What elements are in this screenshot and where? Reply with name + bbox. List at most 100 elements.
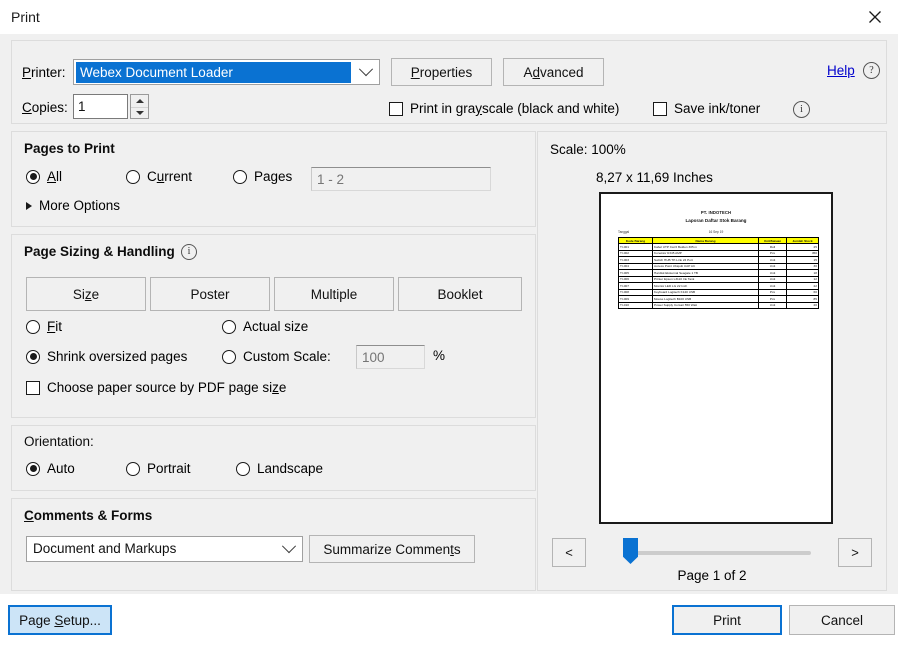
preview-dimensions-label: 8,27 x 11,69 Inches [596, 170, 713, 185]
preview-scale-label: Scale: 100% [550, 142, 626, 157]
radio-dot [26, 319, 40, 334]
summarize-comments-button-label: Summarize Comments [323, 541, 461, 557]
printer-panel: Printer: Webex Document Loader Propertie… [11, 40, 887, 124]
next-page-button-label: > [851, 545, 859, 560]
more-options-toggle[interactable]: More Options [26, 198, 120, 213]
grayscale-checkbox-label: Print in grayscale (black and white) [410, 101, 620, 116]
printer-select-value: Webex Document Loader [76, 62, 351, 83]
cancel-button[interactable]: Cancel [789, 605, 895, 635]
chevron-down-icon[interactable] [352, 60, 379, 84]
radio-shrink-oversized[interactable]: Shrink oversized pages [26, 349, 187, 364]
printer-select[interactable]: Webex Document Loader [73, 59, 380, 85]
preview-panel: Scale: 100% 8,27 x 11,69 Inches PT. INDO… [537, 131, 887, 591]
summarize-comments-button[interactable]: Summarize Comments [309, 535, 475, 563]
info-circle-icon[interactable]: i [181, 244, 197, 260]
radio-dot [222, 349, 236, 364]
size-button-label: Size [72, 286, 100, 302]
checkbox-box [389, 101, 403, 116]
comments-forms-title: Comments & Forms [24, 508, 153, 523]
copies-label-rest: opies: [31, 100, 68, 115]
comments-forms-title-rest: omments & Forms [33, 508, 153, 523]
doc-table: Kode Barang Nama Barang Unit/Satuan Jumlah … [618, 236, 819, 310]
checkbox-box [653, 101, 667, 116]
next-page-button[interactable]: > [838, 538, 872, 567]
printer-label: Printer: [22, 65, 66, 80]
radio-orientation-auto-label: Auto [47, 461, 75, 476]
question-circle-icon[interactable]: ? [863, 62, 880, 79]
size-button[interactable]: Size [26, 277, 146, 311]
radio-dot [26, 349, 40, 364]
save-ink-checkbox[interactable]: Save ink/toner [653, 101, 760, 116]
copies-input[interactable] [73, 94, 128, 119]
radio-actual-size-label: Actual size [243, 319, 309, 334]
radio-pages-all-label: All [47, 169, 63, 184]
radio-pages-range-label: Pages [254, 169, 293, 184]
advanced-button-label: Advanced [523, 64, 584, 80]
radio-dot [126, 461, 140, 476]
pages-to-print-panel: Pages to Print All Current Pages More Op… [11, 131, 536, 227]
close-icon[interactable] [852, 0, 898, 34]
doc-company: PT. INDOTECH [700, 210, 732, 215]
page-indicator: Page 1 of 2 [677, 568, 747, 583]
printer-label-rest: rinter: [31, 65, 66, 80]
triangle-down-icon[interactable] [131, 106, 148, 120]
cancel-button-label: Cancel [820, 612, 864, 628]
radio-custom-scale-label: Custom Scale: [243, 349, 331, 364]
radio-dot [233, 169, 247, 184]
doc-table-cell: Power Supply Corsair 550 Watt [652, 301, 759, 310]
comments-select-value: Document and Markups [33, 541, 177, 556]
radio-dot [236, 461, 250, 476]
radio-orientation-landscape[interactable]: Landscape [236, 461, 323, 476]
paper-source-checkbox-label: Choose paper source by PDF page size [47, 380, 287, 395]
radio-pages-range[interactable]: Pages [233, 169, 292, 184]
paper-source-checkbox[interactable]: Choose paper source by PDF page size [26, 380, 286, 395]
copies-label: Copies: [22, 100, 68, 115]
previous-page-button[interactable]: < [552, 538, 586, 567]
multiple-button[interactable]: Multiple [274, 277, 394, 311]
chevron-down-icon[interactable] [275, 537, 302, 561]
copies-stepper[interactable] [130, 94, 149, 119]
page-slider-thumb[interactable] [623, 538, 638, 564]
properties-button[interactable]: Properties [391, 58, 492, 86]
info-circle-icon[interactable]: i [793, 101, 810, 118]
radio-pages-all[interactable]: All [26, 169, 62, 184]
booklet-button[interactable]: Booklet [398, 277, 522, 311]
page-sizing-panel: Page Sizing & Handling i Size Poster Mul… [11, 234, 536, 418]
pages-range-input[interactable] [311, 167, 491, 191]
poster-button[interactable]: Poster [150, 277, 270, 311]
triangle-up-icon[interactable] [131, 95, 148, 107]
grayscale-checkbox[interactable]: Print in grayscale (black and white) [389, 101, 619, 116]
comments-forms-panel: Comments & Forms Document and Markups Su… [11, 498, 536, 591]
orientation-title: Orientation: [24, 434, 94, 449]
advanced-button[interactable]: Advanced [503, 58, 604, 86]
page-setup-button-label: Page Setup... [19, 612, 101, 628]
previous-page-button-label: < [565, 545, 573, 560]
help-link[interactable]: Help [827, 63, 855, 78]
radio-orientation-portrait[interactable]: Portrait [126, 461, 191, 476]
page-setup-button[interactable]: Page Setup... [8, 605, 112, 635]
radio-actual-size[interactable]: Actual size [222, 319, 308, 334]
properties-button-label: Properties [410, 64, 473, 80]
custom-scale-input[interactable] [356, 345, 425, 369]
radio-orientation-auto[interactable]: Auto [26, 461, 75, 476]
page-slider-track[interactable] [626, 551, 811, 555]
radio-dot [26, 169, 40, 184]
checkbox-box [26, 380, 40, 395]
radio-pages-current[interactable]: Current [126, 169, 192, 184]
title-bar: Print [0, 0, 898, 34]
orientation-panel: Orientation: Auto Portrait Landscape [11, 425, 536, 491]
radio-dot [126, 169, 140, 184]
doc-table-cell: 20 [786, 301, 819, 310]
print-button[interactable]: Print [672, 605, 782, 635]
radio-fit[interactable]: Fit [26, 319, 62, 334]
radio-pages-current-label: Current [147, 169, 193, 184]
comments-select[interactable]: Document and Markups [26, 536, 303, 562]
doc-date-value: 16 Sep 19 [708, 230, 724, 234]
page-sizing-title: Page Sizing & Handling [24, 244, 175, 259]
page-preview[interactable]: PT. INDOTECH Laporan Daftar Stok Barang … [599, 192, 833, 524]
doc-table-row: TI-010 Power Supply Corsair 550 Watt Unit 2… [618, 301, 819, 310]
pages-to-print-title: Pages to Print [24, 141, 115, 156]
radio-custom-scale[interactable]: Custom Scale: [222, 349, 331, 364]
radio-dot [26, 461, 40, 476]
percent-label: % [433, 348, 446, 363]
